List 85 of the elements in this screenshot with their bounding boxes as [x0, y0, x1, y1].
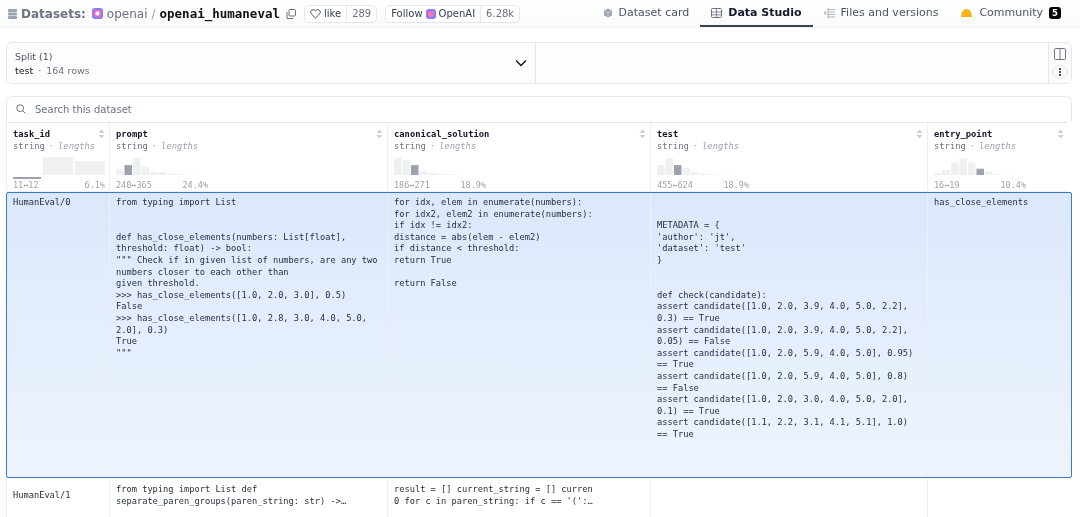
- separator-dot: ·: [429, 141, 436, 151]
- breadcrumb-separator: /: [151, 6, 156, 21]
- stat-label: lengths: [58, 141, 96, 151]
- sort-icon: [1057, 129, 1064, 139]
- heart-icon: [309, 8, 321, 19]
- split-value: test: [15, 64, 34, 76]
- sort-icon: [639, 129, 646, 139]
- stat-label: lengths: [161, 141, 199, 151]
- table-cell-text: METADATA = { 'author': 'jt', 'dataset': 'test' } def check(candidate): assert candidate([1.0, 2.0, 3.9, 4.0, 5.0, 2.2], 0.3) == True assert candidate([1.0, 2.0, 3.9, 4.0, 5.0, 2.2], 0.05) == False assert candidate([1.0, 2.0, 5.9, 4.0, 5.0], 0.95) == True assert candidate([1.0, 2.0, 5.9, 4.0, 5.0], 0.8) == False assert candidate([1.0, 2.0, 3.0, 4.0, 5.0, 2.0], 0.1) == True assert candidate([1.1, 2.2, 3.1, 4.1, 5.1], 1.0) == True: [657, 219, 915, 441]
- percent-label: 18.9%: [460, 180, 486, 190]
- like-count: 289: [346, 5, 377, 22]
- org-avatar-icon: [91, 8, 103, 19]
- column-name: test: [657, 129, 680, 139]
- range-label: 240↔365: [116, 180, 152, 190]
- stat-label: lengths: [702, 141, 740, 151]
- follow-button[interactable]: Follow OpenAI 6.28k: [385, 4, 521, 23]
- separator-dot: ·: [151, 141, 158, 151]
- range-label: 11↔12: [13, 180, 39, 190]
- org-avatar-icon: [425, 8, 436, 19]
- column-type: string: [13, 141, 45, 151]
- hat-icon: [960, 7, 974, 18]
- sort-icon: [376, 129, 383, 139]
- sort-icon: [916, 129, 923, 139]
- column-name: canonical_solution: [394, 129, 490, 139]
- repo-link[interactable]: openai_humaneval: [159, 6, 280, 21]
- column-type: string: [394, 141, 426, 151]
- column-type: string: [657, 141, 689, 151]
- column-name: task_id: [13, 129, 52, 139]
- table-cell-text: result = [] current_string = [] curren 0 for c in paren_string: if c == '(':…: [394, 484, 594, 508]
- column-name: prompt: [116, 129, 149, 139]
- range-label: 186↔271: [394, 180, 430, 190]
- separator-dot: ·: [48, 141, 55, 151]
- files-icon: [823, 7, 835, 18]
- copy-icon: [285, 8, 296, 19]
- tab[interactable]: Data Studio: [700, 0, 813, 27]
- search-field[interactable]: Search this dataset: [6, 96, 1072, 122]
- column-type: string: [934, 141, 966, 151]
- stat-label: lengths: [439, 141, 477, 151]
- database-icon: [8, 8, 17, 19]
- row-count: 164 rows: [46, 64, 90, 76]
- column-name: entry_point: [934, 129, 994, 139]
- sort-button[interactable]: [98, 129, 105, 139]
- org-name: OpenAI: [438, 8, 476, 19]
- tab[interactable]: Community 5: [949, 0, 1072, 27]
- split-label: Split (1): [15, 50, 54, 62]
- separator-dot: ·: [969, 141, 976, 151]
- range-label: 16↔19: [934, 180, 960, 190]
- sort-button[interactable]: [376, 129, 383, 139]
- column-type: string: [116, 141, 148, 151]
- table-icon: [711, 7, 723, 18]
- sort-button[interactable]: [1057, 129, 1064, 139]
- sort-icon: [98, 129, 105, 139]
- stat-label: lengths: [979, 141, 1017, 151]
- sort-button[interactable]: [639, 129, 646, 139]
- tab[interactable]: Dataset card: [591, 0, 701, 27]
- table-cell-text: HumanEval/1: [13, 490, 72, 502]
- follower-count: 6.28k: [480, 5, 520, 22]
- percent-label: 24.4%: [182, 180, 208, 190]
- search-icon: [16, 104, 26, 114]
- count-badge: 5: [1049, 6, 1061, 19]
- cube-icon: [602, 7, 613, 18]
- percent-label: 6.1%: [84, 180, 105, 190]
- percent-label: 18.9%: [723, 180, 749, 190]
- sort-button[interactable]: [916, 129, 923, 139]
- percent-label: 10.4%: [1000, 180, 1026, 190]
- table-cell-text: HumanEval/0: [13, 197, 72, 209]
- table-cell-text: for idx, elem in enumerate(numbers): for idx2, elem2 in enumerate(numbers): if idx != idx2: distance = abs(elem - elem2) if distance < threshold: return True return False: [394, 197, 594, 290]
- breadcrumb-label: Datasets:: [21, 6, 86, 21]
- table-cell-text: from typing import List def has_close_elements(numbers: List[float], threshold: float) -> bool: """ Check if in given list of numbers, are any two numbers closer to each other than given threshold. >>> has_close_elements([1.0, 2.0, 3.0], 0.5) False >>> has_close_elements([1.0, 2.8, 3.0, 4.0, 5.0, 2.0], 0.3) True """: [116, 197, 379, 360]
- owner-link[interactable]: openai: [106, 6, 148, 21]
- more-button[interactable]: [1052, 64, 1068, 79]
- panel-icon: [1054, 47, 1066, 60]
- range-label: 455↔624: [657, 180, 693, 190]
- chevron-down-icon: [515, 59, 527, 67]
- separator-dot: ·: [692, 141, 699, 151]
- table-row[interactable]: [6, 192, 1072, 478]
- table-cell-text: has_close_elements: [934, 197, 1030, 209]
- follow-label: Follow: [391, 8, 423, 19]
- table-cell-text: from typing import List def separate_paren_groups(paren_string: str) ->…: [116, 484, 348, 508]
- tab[interactable]: Files and versions: [812, 0, 950, 27]
- table-row[interactable]: HumanEval/1 from typing import List def separate_paren_groups(paren_string: str) ->… result = [] current_string = [] curren 0 for c in paren_string: if c == '(':…: [6, 478, 1072, 517]
- like-label: like: [323, 8, 342, 19]
- like-button[interactable]: like 289: [303, 4, 378, 23]
- separator-dot: ·: [38, 64, 42, 76]
- split-dropdown[interactable]: Split (1) test · 164 rows: [7, 43, 536, 83]
